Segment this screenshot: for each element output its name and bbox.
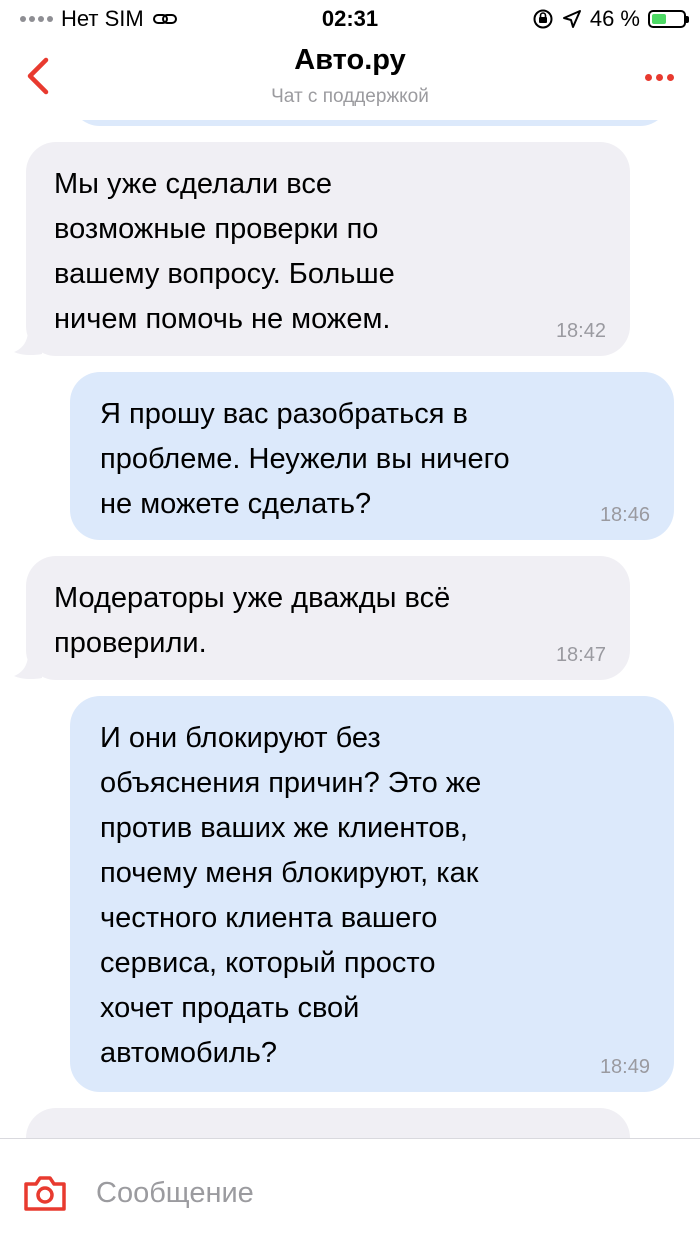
orientation-lock-icon [533, 9, 553, 29]
message-bubble-outgoing: И они блокируют без объяснения причин? Э… [70, 696, 674, 1092]
bubble-tail [14, 330, 42, 356]
message-text: Модераторы уже дважды всё проверили. [54, 582, 451, 659]
message-bubble-incoming: Модераторы уже дважды всё проверили. 18:… [26, 556, 630, 680]
message-time: 18:47 [555, 644, 606, 666]
message-text: И они блокируют без объяснения причин? Э… [100, 722, 482, 1069]
battery-fill [652, 14, 666, 24]
message-bubble-partial [70, 120, 670, 126]
message-time: 18:42 [555, 320, 606, 342]
message-composer [0, 1138, 700, 1246]
location-arrow-icon [562, 10, 581, 28]
status-right: 46 % [532, 6, 689, 32]
chat-header: Авто.ру Чат с поддержкой [0, 38, 700, 120]
message-bubble-partial [26, 1108, 630, 1138]
camera-icon[interactable] [22, 1173, 68, 1213]
message-bubble-outgoing: Я прошу вас разобраться в проблеме. Неуж… [70, 372, 674, 540]
battery-percent: 46 % [589, 6, 640, 31]
message-text: Мы уже сделали все возможные проверки по… [54, 168, 395, 335]
battery-icon [648, 10, 689, 28]
message-bubble-incoming: Мы уже сделали все возможные проверки по… [26, 142, 630, 356]
chat-title: Авто.ру [294, 44, 406, 76]
message-text: Я прошу вас разобраться в проблеме. Неуж… [100, 398, 510, 520]
message-time: 18:46 [599, 504, 650, 526]
chat-subtitle: Чат с поддержкой [271, 86, 429, 107]
message-input[interactable] [96, 1169, 656, 1217]
message-time: 18:49 [599, 1056, 650, 1078]
message-list[interactable]: Мы уже сделали все возможные проверки по… [0, 120, 700, 1138]
bubble-tail [14, 654, 42, 680]
more-dots-icon[interactable] [645, 74, 674, 81]
status-bar: Нет SIM 02:31 46 % [0, 0, 700, 38]
